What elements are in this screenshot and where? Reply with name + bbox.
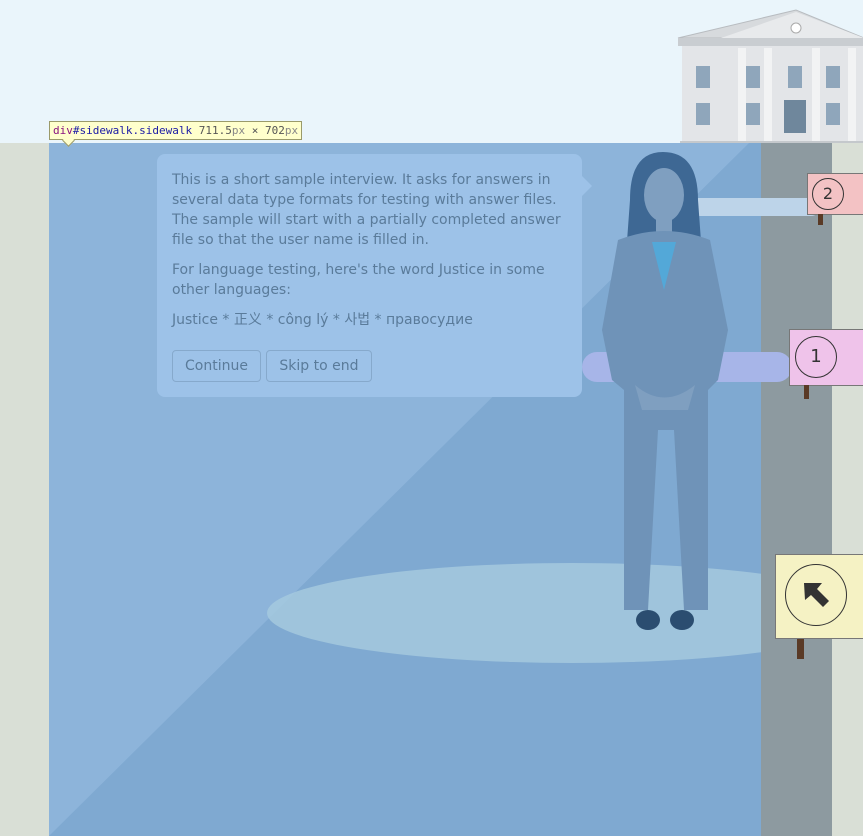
guide-woman-figure (602, 152, 728, 630)
inspector-height: 702 (264, 124, 285, 137)
devtools-inspector-tooltip: div#sidewalk.sidewalk 711.5px × 702px (49, 121, 303, 140)
sign-post (818, 214, 823, 225)
ground-right (832, 143, 863, 836)
street (760, 143, 832, 836)
continue-button[interactable]: Continue (172, 350, 261, 382)
dialog-buttons: Continue Skip to end (172, 350, 567, 382)
courthouse-building (677, 9, 863, 148)
sign-number: 1 (795, 336, 837, 378)
inspector-id: #sidewalk (72, 124, 133, 137)
intro-dialog: This is a short sample interview. It ask… (157, 154, 592, 397)
inspector-height-unit: px (284, 124, 299, 137)
justice-translations: Justice * 正义 * công lý * 사법 * правосудие (172, 312, 473, 328)
sign-step-2[interactable]: 2 (807, 173, 863, 228)
skip-to-end-button[interactable]: Skip to end (266, 350, 372, 382)
sign-number: 2 (812, 178, 844, 210)
ground-left (0, 143, 50, 836)
sign-current-location[interactable] (775, 554, 863, 664)
language-intro-paragraph: For language testing, here's the word Ju… (172, 262, 545, 298)
sign-post (797, 639, 804, 659)
inspector-tag: div (53, 124, 73, 137)
arrow-up-left-icon (785, 564, 847, 626)
sign-post (804, 385, 809, 399)
inspector-times: × (251, 124, 259, 137)
inspector-width: 711.5 (198, 124, 232, 137)
arrow-up-left-glyph (804, 583, 829, 607)
intro-paragraph: This is a short sample interview. It ask… (172, 172, 561, 248)
inspector-width-unit: px (231, 124, 246, 137)
sign-step-1[interactable]: 1 (789, 329, 863, 401)
inspector-class: .sidewalk (132, 124, 193, 137)
